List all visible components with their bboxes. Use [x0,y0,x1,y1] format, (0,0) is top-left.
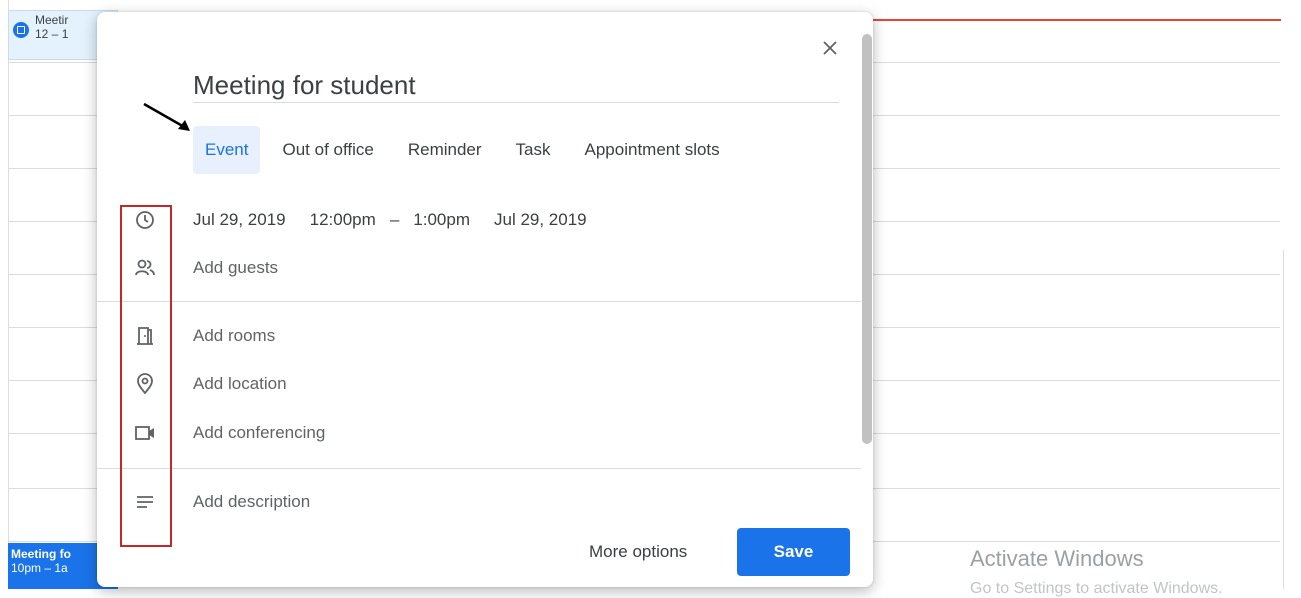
tab-reminder[interactable]: Reminder [396,126,494,174]
section-divider [97,301,861,302]
day-column-line [1283,250,1284,589]
event-title: Meeting fo [11,547,71,561]
close-icon [823,41,837,55]
tab-event[interactable]: Event [193,126,261,174]
event-title: Meetir [35,13,69,27]
event-time: 10pm – 1a [11,561,68,575]
annotation-highlight-box [120,205,172,547]
section-divider [97,468,861,469]
tab-task[interactable]: Task [504,126,563,174]
activate-windows-subtext: Go to Settings to activate Windows. [970,580,1223,597]
current-time-indicator [860,19,1281,21]
event-title-input[interactable] [193,68,839,103]
day-column-line [8,0,9,589]
event-datetime[interactable]: Jul 29, 2019 12:00pm – 1:00pm Jul 29, 20… [193,210,611,230]
add-conferencing-field[interactable]: Add conferencing [193,423,325,443]
close-button[interactable] [816,34,844,62]
add-guests-field[interactable]: Add guests [193,258,278,278]
save-button[interactable]: Save [737,528,850,576]
end-time[interactable]: 1:00pm [413,210,470,230]
activate-windows-watermark: Activate Windows [970,546,1144,571]
dialog-scrollbar[interactable] [862,34,872,444]
add-rooms-field[interactable]: Add rooms [193,326,275,346]
add-location-field[interactable]: Add location [193,374,287,394]
event-icon [13,22,29,38]
more-options-button[interactable]: More options [573,532,703,572]
tab-out-of-office[interactable]: Out of office [270,126,385,174]
end-date[interactable]: Jul 29, 2019 [494,210,587,230]
add-description-field[interactable]: Add description [193,492,310,512]
event-time: 12 – 1 [35,27,69,41]
tab-appointment-slots[interactable]: Appointment slots [573,126,732,174]
event-quick-create-dialog: Event Out of office Reminder Task Appoin… [97,12,873,587]
annotation-arrow-icon [143,102,190,131]
start-date[interactable]: Jul 29, 2019 [193,210,286,230]
start-time[interactable]: 12:00pm [310,210,376,230]
event-type-tabs: Event Out of office Reminder Task Appoin… [193,126,742,174]
time-separator: – [389,210,400,229]
